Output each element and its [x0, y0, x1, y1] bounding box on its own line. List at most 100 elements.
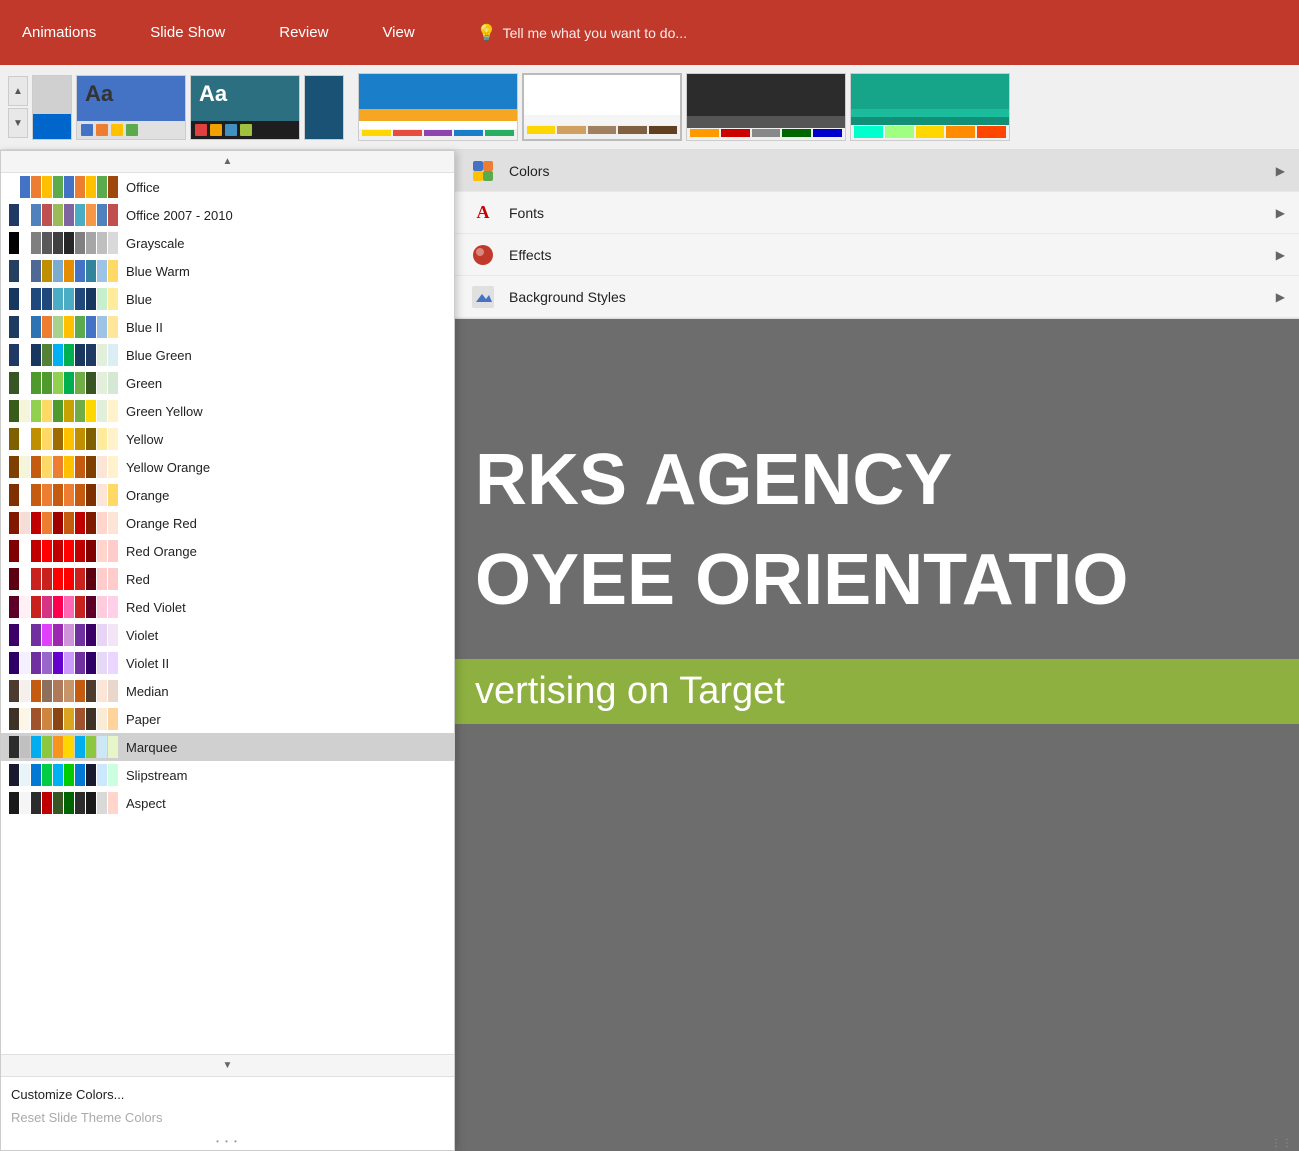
color-item-13[interactable]: Red Orange	[1, 537, 454, 565]
color-item-21[interactable]: Slipstream	[1, 761, 454, 789]
color-item-6[interactable]: Blue Green	[1, 341, 454, 369]
color-item-8[interactable]: Green Yellow	[1, 397, 454, 425]
list-scroll-down[interactable]: ▼	[1, 1054, 454, 1076]
lightbulb-icon: 💡	[477, 23, 497, 43]
color-name-2: Grayscale	[126, 236, 446, 251]
color-name-1: Office 2007 - 2010	[126, 208, 446, 223]
themes-scroll-up[interactable]: ▲	[8, 76, 28, 106]
ribbon-bar: Animations Slide Show Review View 💡 Tell…	[0, 0, 1299, 65]
tab-slideshow[interactable]: Slide Show	[138, 16, 237, 49]
color-item-11[interactable]: Orange	[1, 481, 454, 509]
menu-colors[interactable]: Colors ▶	[455, 150, 1299, 192]
color-swatches-8	[9, 400, 118, 422]
effects-icon	[469, 241, 497, 269]
fonts-icon: A	[469, 199, 497, 227]
right-theme-3[interactable]	[686, 73, 846, 141]
menu-background-styles[interactable]: Background Styles ▶	[455, 276, 1299, 318]
main-area: ▲ Office Office 2007 - 2010 Grayscale Blue …	[0, 150, 1299, 1151]
colors-icon	[469, 157, 497, 185]
color-item-18[interactable]: Median	[1, 677, 454, 705]
colors-arrow: ▶	[1276, 164, 1285, 178]
color-swatches-21	[9, 764, 118, 786]
reset-colors-link: Reset Slide Theme Colors	[11, 1106, 444, 1129]
theme-thumb-1[interactable]	[32, 75, 72, 140]
slide-text-2: OYEE ORIENTATIO	[455, 539, 1299, 621]
color-item-9[interactable]: Yellow	[1, 425, 454, 453]
color-item-17[interactable]: Violet II	[1, 649, 454, 677]
color-item-15[interactable]: Red Violet	[1, 593, 454, 621]
theme-thumb-2[interactable]: Aa	[76, 75, 186, 140]
color-name-13: Red Orange	[126, 544, 446, 559]
right-theme-2[interactable]	[522, 73, 682, 141]
right-panel: Colors ▶ A Fonts ▶ Effects ▶	[455, 150, 1299, 1151]
right-theme-4[interactable]	[850, 73, 1010, 141]
effects-arrow: ▶	[1276, 248, 1285, 262]
color-name-21: Slipstream	[126, 768, 446, 783]
color-item-16[interactable]: Violet	[1, 621, 454, 649]
tell-me-text: Tell me what you want to do...	[503, 25, 687, 41]
color-item-10[interactable]: Yellow Orange	[1, 453, 454, 481]
color-swatches-18	[9, 680, 118, 702]
tell-me-box[interactable]: 💡 Tell me what you want to do...	[477, 23, 687, 43]
tab-animations[interactable]: Animations	[10, 16, 108, 49]
color-item-0[interactable]: Office	[1, 173, 454, 201]
color-name-22: Aspect	[126, 796, 446, 811]
theme-thumb-3[interactable]: Aa	[190, 75, 300, 140]
theme-thumb-4[interactable]	[304, 75, 344, 140]
color-name-4: Blue	[126, 292, 446, 307]
color-name-9: Yellow	[126, 432, 446, 447]
color-item-5[interactable]: Blue II	[1, 313, 454, 341]
color-swatches-17	[9, 652, 118, 674]
themes-row: ▲ ▼ Aa Aa	[0, 65, 1299, 150]
color-swatches-16	[9, 624, 118, 646]
color-item-2[interactable]: Grayscale	[1, 229, 454, 257]
colors-label: Colors	[509, 163, 1264, 179]
color-name-20: Marquee	[126, 740, 446, 755]
color-swatches-12	[9, 512, 118, 534]
menu-effects[interactable]: Effects ▶	[455, 234, 1299, 276]
right-theme-1[interactable]	[358, 73, 518, 141]
effects-label: Effects	[509, 247, 1264, 263]
color-name-6: Blue Green	[126, 348, 446, 363]
color-item-14[interactable]: Red	[1, 565, 454, 593]
tab-review[interactable]: Review	[267, 16, 340, 49]
color-swatches-13	[9, 540, 118, 562]
slide-preview: RKS AGENCY OYEE ORIENTATIO vertising on …	[455, 319, 1299, 1151]
color-item-12[interactable]: Orange Red	[1, 509, 454, 537]
color-swatches-15	[9, 596, 118, 618]
color-swatches-0	[9, 176, 118, 198]
color-name-19: Paper	[126, 712, 446, 727]
slide-accent-bar: vertising on Target	[455, 659, 1299, 724]
resize-handle[interactable]: ⋮⋮	[1271, 1138, 1293, 1149]
color-item-22[interactable]: Aspect	[1, 789, 454, 817]
color-name-17: Violet II	[126, 656, 446, 671]
color-item-3[interactable]: Blue Warm	[1, 257, 454, 285]
color-swatches-2	[9, 232, 118, 254]
color-name-18: Median	[126, 684, 446, 699]
color-item-20[interactable]: Marquee	[1, 733, 454, 761]
color-swatches-20	[9, 736, 118, 758]
color-name-10: Yellow Orange	[126, 460, 446, 475]
color-swatches-6	[9, 344, 118, 366]
themes-scroll[interactable]: ▲ ▼	[8, 76, 28, 138]
color-item-1[interactable]: Office 2007 - 2010	[1, 201, 454, 229]
color-name-8: Green Yellow	[126, 404, 446, 419]
customize-colors-link[interactable]: Customize Colors...	[11, 1083, 444, 1106]
color-dropdown: ▲ Office Office 2007 - 2010 Grayscale Blue …	[0, 150, 455, 1151]
color-swatches-22	[9, 792, 118, 814]
menu-fonts[interactable]: A Fonts ▶	[455, 192, 1299, 234]
color-name-15: Red Violet	[126, 600, 446, 615]
tab-view[interactable]: View	[370, 16, 426, 49]
color-name-5: Blue II	[126, 320, 446, 335]
background-styles-icon	[469, 283, 497, 311]
list-scroll-up[interactable]: ▲	[1, 151, 454, 173]
color-item-7[interactable]: Green	[1, 369, 454, 397]
color-swatches-19	[9, 708, 118, 730]
resize-dots: • • •	[1, 1133, 454, 1150]
color-swatches-4	[9, 288, 118, 310]
themes-scroll-down[interactable]: ▼	[8, 108, 28, 138]
footer-actions: Customize Colors... Reset Slide Theme Co…	[1, 1076, 454, 1133]
color-item-4[interactable]: Blue	[1, 285, 454, 313]
color-name-12: Orange Red	[126, 516, 446, 531]
color-item-19[interactable]: Paper	[1, 705, 454, 733]
